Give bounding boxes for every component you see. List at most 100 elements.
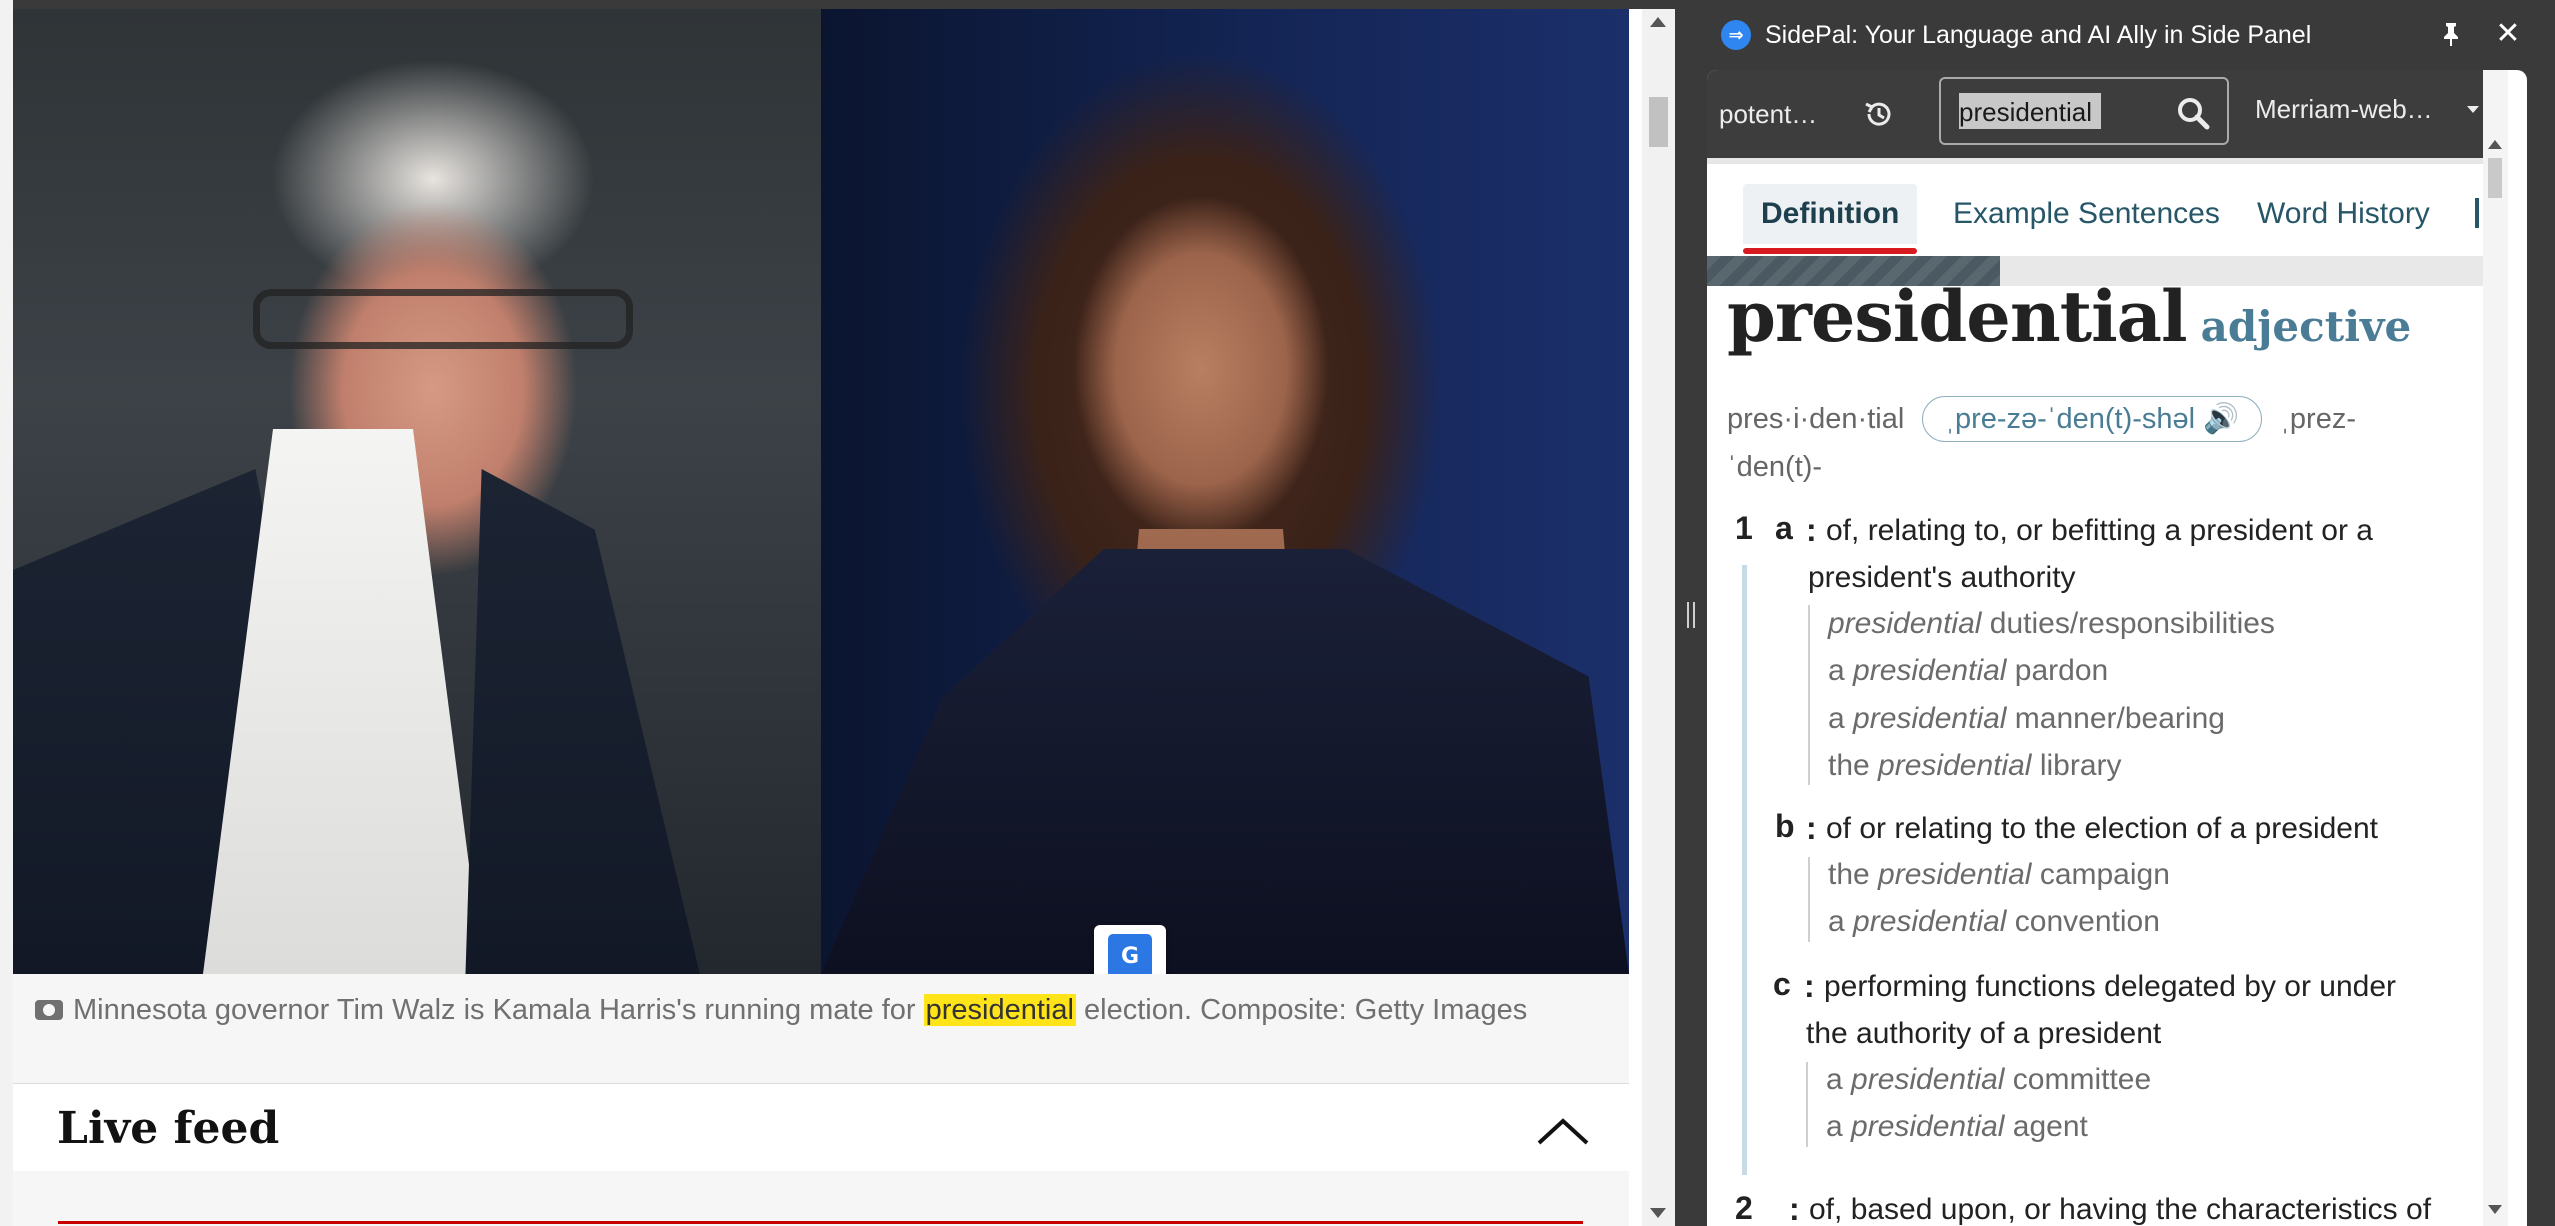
chevron-down-icon xyxy=(2467,106,2479,113)
live-feed-header[interactable]: Live feed xyxy=(13,1085,1629,1172)
example-sentence: a presidential committee xyxy=(1826,1056,2151,1103)
example-sentence: a presidential manner/bearing xyxy=(1828,695,2225,742)
example-sentence: the presidential library xyxy=(1828,742,2122,789)
dictionary-select-value: Merriam-web… xyxy=(2255,94,2433,124)
hyphenation: pres·i·den·tial xyxy=(1727,403,1905,435)
close-icon[interactable]: ✕ xyxy=(2491,14,2525,52)
sense-2-partial: 2 : of, based upon, or having the charac… xyxy=(1707,1180,2483,1226)
panel-scrollbar-thumb[interactable] xyxy=(2488,158,2502,198)
search-input[interactable] xyxy=(1957,91,2161,133)
sense-letter: c xyxy=(1773,966,1791,1002)
example-keyword: presidential xyxy=(1853,905,2007,938)
example-keyword: presidential xyxy=(1851,1110,2005,1143)
photo-tim-walz xyxy=(13,9,821,974)
sidepal-toolbar: potent… Merriam-web… xyxy=(1707,70,2497,158)
example-post: pardon xyxy=(2006,654,2109,687)
example-post: agent xyxy=(2004,1110,2088,1143)
function-label[interactable]: adjective xyxy=(2201,302,2412,351)
example-sentence: presidential duties/responsibilities xyxy=(1828,600,2275,647)
sense-letter: a xyxy=(1775,510,1793,546)
dictionary-select[interactable]: Merriam-web… xyxy=(2255,84,2485,134)
page-scrollbar[interactable] xyxy=(1642,9,1675,1226)
tab-word-history[interactable]: Word History xyxy=(2257,184,2430,244)
history-icon[interactable] xyxy=(1859,94,1899,134)
sense-letter: b xyxy=(1775,808,1795,844)
example-keyword: presidential xyxy=(1853,702,2007,735)
headword: presidential xyxy=(1727,275,2188,358)
definition-text: the authority of a president xyxy=(1806,1017,2162,1050)
alt-pronunciation: ˌprez- xyxy=(2280,403,2356,435)
example-pre: the xyxy=(1828,749,1879,782)
definition-colon: : xyxy=(1806,810,1817,846)
tab-definition[interactable]: Definition xyxy=(1743,184,1918,254)
caption-text-prefix: Minnesota governor Tim Walz is Kamala Ha… xyxy=(73,994,924,1026)
article-photo xyxy=(13,9,1629,974)
definition-text: president's authority xyxy=(1808,561,2076,594)
page-top-edge xyxy=(0,0,1675,9)
example-pre: a xyxy=(1828,702,1854,735)
example-sentence: a presidential convention xyxy=(1828,898,2160,945)
scroll-down-arrow-icon[interactable] xyxy=(1650,1208,1666,1218)
side-panel-title: SidePal: Your Language and AI Ally in Si… xyxy=(1765,21,2312,49)
panel-resize-splitter[interactable] xyxy=(1675,0,1707,1226)
example-pre: a xyxy=(1828,905,1854,938)
example-post: committee xyxy=(2004,1063,2152,1096)
drag-handle-icon[interactable] xyxy=(1687,602,1695,628)
caption-highlight-word[interactable]: presidential xyxy=(923,994,1076,1026)
example-keyword: presidential xyxy=(1851,1063,2005,1096)
scroll-up-arrow-icon[interactable] xyxy=(2488,140,2502,149)
sense-group-rule xyxy=(1742,565,1747,1175)
example-post: duties/responsibilities xyxy=(1981,607,2275,640)
example-post: library xyxy=(2031,749,2122,782)
pronunciation-text: ˌpre-zə-ˈden(t)-shəl xyxy=(1945,403,2196,435)
example-sentence: a presidential pardon xyxy=(1828,647,2108,694)
live-feed-body xyxy=(13,1171,1629,1226)
example-post: convention xyxy=(2006,905,2160,938)
scroll-up-arrow-icon[interactable] xyxy=(1650,17,1666,27)
definition-text: of or relating to the election of a pres… xyxy=(1826,812,2379,845)
article-page: G Minnesota governor Tim Walz is Kamala … xyxy=(0,0,1675,1226)
pin-icon[interactable] xyxy=(2435,16,2467,52)
history-glyph xyxy=(1865,102,1891,126)
search-icon[interactable] xyxy=(2173,93,2213,133)
example-pre: a xyxy=(1826,1063,1852,1096)
photo-caption: Minnesota governor Tim Walz is Kamala Ha… xyxy=(13,974,1629,1084)
entry-header: presidential adjective xyxy=(1727,275,2467,358)
side-panel-titlebar: ⇒ SidePal: Your Language and AI Ally in … xyxy=(1707,0,2555,70)
live-feed-title: Live feed xyxy=(57,1103,280,1154)
live-feed-red-rule xyxy=(58,1221,1583,1224)
search-box[interactable] xyxy=(1939,77,2229,145)
pronunciation-line: pres·i·den·tial ˌpre-zə-ˈden(t)-shəl 🔊 ˌpr… xyxy=(1727,395,2427,491)
photo-kamala-harris xyxy=(821,9,1629,974)
sense-number: 1 xyxy=(1735,510,1753,546)
example-pre: the xyxy=(1828,858,1879,891)
glasses-shape xyxy=(253,289,633,349)
example-sentence: the presidential campaign xyxy=(1828,851,2170,898)
definition-colon: : xyxy=(1789,1191,1800,1226)
tab-example-sentences[interactable]: Example Sentences xyxy=(1953,184,2220,244)
page-left-gutter xyxy=(0,0,13,1226)
sense-number: 2 xyxy=(1735,1190,1753,1226)
sidepal-logo-icon: ⇒ xyxy=(1721,20,1751,50)
chevron-up-icon[interactable] xyxy=(1533,1111,1593,1151)
example-post: manner/bearing xyxy=(2006,702,2225,735)
example-keyword: presidential xyxy=(1853,654,2007,687)
definition-colon: : xyxy=(1806,512,1817,548)
tab-more-indicator[interactable] xyxy=(2475,198,2479,228)
example-pre: a xyxy=(1826,1110,1852,1143)
scroll-down-arrow-icon[interactable] xyxy=(2488,1205,2502,1214)
pronunciation-audio-button[interactable]: ˌpre-zə-ˈden(t)-shəl 🔊 xyxy=(1922,396,2263,442)
example-post: campaign xyxy=(2031,858,2170,891)
example-rule xyxy=(1808,605,1810,785)
translate-glyph: G xyxy=(1108,934,1152,978)
entry-tabs: Definition Example Sentences Word Histor… xyxy=(1707,158,2483,256)
definition-text: of, relating to, or befitting a presiden… xyxy=(1826,514,2373,547)
caption-text-suffix: election. Composite: Getty Images xyxy=(1075,994,1528,1026)
camera-icon xyxy=(35,1000,63,1020)
history-dropdown[interactable]: potent… xyxy=(1719,92,1831,136)
scrollbar-thumb[interactable] xyxy=(1649,97,1668,147)
panel-scrollbar[interactable] xyxy=(2483,70,2508,1226)
definition-text: performing functions delegated by or und… xyxy=(1824,970,2397,1003)
example-keyword: presidential xyxy=(1878,858,2032,891)
definition-colon: : xyxy=(1804,968,1815,1004)
